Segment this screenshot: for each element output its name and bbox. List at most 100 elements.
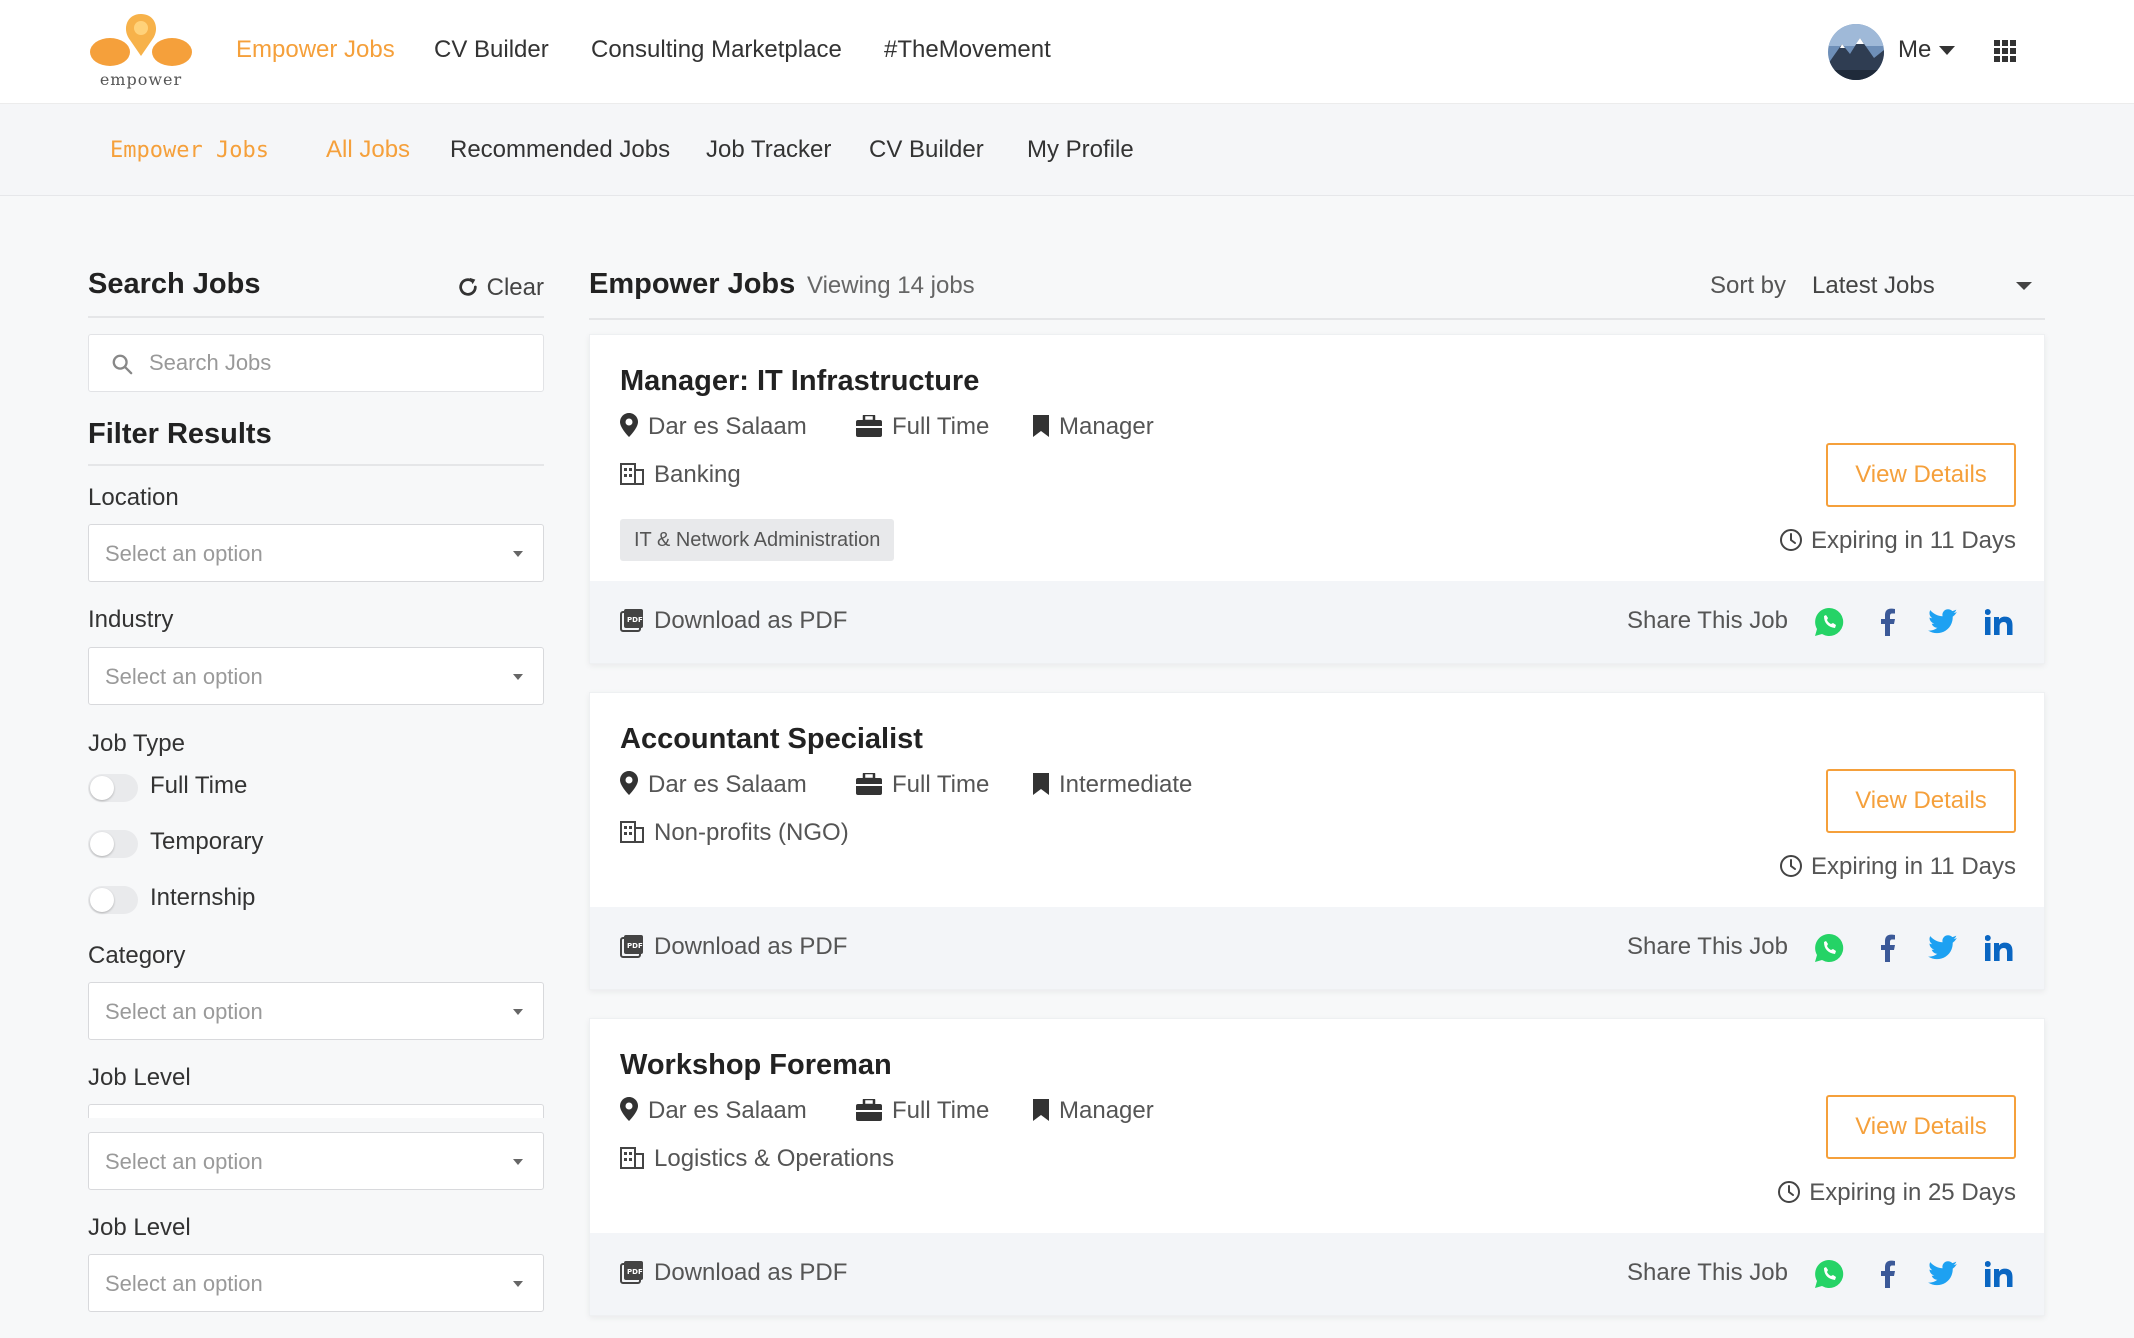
chevron-down-icon [513, 1281, 523, 1287]
map-pin-icon [620, 771, 638, 795]
building-icon [620, 821, 644, 843]
job-title[interactable]: Workshop Foreman [620, 1049, 892, 1082]
job-level-select[interactable]: Select an option [88, 1132, 544, 1190]
linkedin-icon[interactable] [1982, 605, 2016, 639]
view-details-button[interactable]: View Details [1826, 769, 2016, 833]
search-jobs-title: Search Jobs [88, 268, 261, 300]
subnav-all-jobs[interactable]: All Jobs [326, 136, 410, 164]
topnav-consulting-marketplace[interactable]: Consulting Marketplace [591, 36, 842, 64]
facebook-icon[interactable] [1870, 605, 1904, 639]
pdf-icon: PDF [620, 1261, 643, 1284]
category-select[interactable]: Select an option [88, 982, 544, 1040]
clock-icon [1778, 1181, 1801, 1203]
topnav-cv-builder[interactable]: CV Builder [434, 36, 549, 64]
job-level: Manager [1033, 1097, 1154, 1125]
job-title[interactable]: Manager: IT Infrastructure [620, 365, 979, 398]
subnav-my-profile[interactable]: My Profile [1027, 136, 1134, 164]
twitter-icon[interactable] [1926, 931, 1960, 965]
pdf-icon: PDF [620, 609, 643, 632]
filter-results-title: Filter Results [88, 418, 272, 450]
job-location: Dar es Salaam [620, 413, 807, 441]
jobs-count: Viewing 14 jobs [807, 272, 975, 299]
pdf-icon: PDF [620, 935, 643, 958]
facebook-icon[interactable] [1870, 1257, 1904, 1291]
whatsapp-icon[interactable] [1812, 1257, 1846, 1291]
subnav-recommended-jobs[interactable]: Recommended Jobs [450, 136, 670, 164]
chevron-down-icon [513, 1009, 523, 1015]
job-level-placeholder-2: Select an option [105, 1271, 263, 1296]
subnav-cv-builder[interactable]: CV Builder [869, 136, 984, 164]
refresh-icon [458, 277, 477, 296]
share-label: Share This Job [1627, 933, 1788, 960]
caret-down-icon [1939, 46, 1956, 56]
search-input[interactable] [149, 345, 529, 381]
toggle-switch[interactable] [88, 830, 138, 858]
subnav-brand[interactable]: Empower Jobs [110, 138, 269, 163]
job-expiry: Expiring in 25 Days [1777, 1179, 2016, 1207]
svg-text:PDF: PDF [627, 1268, 643, 1276]
job-level-label: Job Level [88, 1064, 191, 1091]
me-menu[interactable]: Me [1898, 36, 1956, 64]
job-card-footer: PDF Download as PDF Share This Job [590, 1233, 2044, 1315]
sort-select[interactable]: Latest Jobs [1812, 262, 2042, 310]
search-box[interactable] [88, 334, 544, 392]
download-pdf-link[interactable]: PDF Download as PDF [620, 933, 847, 961]
facebook-icon[interactable] [1870, 931, 1904, 965]
view-details-button[interactable]: View Details [1826, 1095, 2016, 1159]
twitter-icon[interactable] [1926, 1257, 1960, 1291]
svg-text:PDF: PDF [627, 616, 643, 624]
industry-select[interactable]: Select an option [88, 647, 544, 705]
job-card-footer: PDF Download as PDF Share This Job [590, 907, 2044, 989]
job-level-label-2: Job Level [88, 1214, 191, 1241]
job-level-placeholder: Select an option [105, 1149, 263, 1174]
avatar[interactable] [1828, 24, 1884, 80]
job-type: Full Time [856, 413, 989, 441]
share-label: Share This Job [1627, 607, 1788, 634]
whatsapp-icon[interactable] [1812, 931, 1846, 965]
subnav-job-tracker[interactable]: Job Tracker [706, 136, 831, 164]
top-navbar: empower Empower Jobs CV Builder Consulti… [0, 0, 2134, 104]
toggle-label: Internship [150, 884, 256, 911]
divider [589, 318, 2045, 320]
chevron-down-icon [513, 551, 523, 557]
view-details-button[interactable]: View Details [1826, 443, 2016, 507]
clock-icon [1780, 529, 1803, 551]
job-location: Dar es Salaam [620, 1097, 807, 1125]
whatsapp-icon[interactable] [1812, 605, 1846, 639]
avatar-mountain-image [1828, 24, 1884, 80]
briefcase-icon [856, 1097, 882, 1121]
job-card: Workshop Foreman Dar es Salaam Full Time… [589, 1018, 2045, 1316]
sort-label: Sort by [1710, 272, 1787, 299]
job-type: Full Time [856, 771, 989, 799]
clock-icon [1780, 855, 1803, 877]
toggle-switch[interactable] [88, 886, 138, 914]
jobs-list-title: Empower Jobs [589, 268, 796, 300]
bookmark-icon [1033, 415, 1049, 437]
industry-label: Industry [88, 606, 174, 633]
apps-grid-icon[interactable] [1994, 40, 2016, 62]
chevron-down-icon [2016, 282, 2032, 290]
download-pdf-link[interactable]: PDF Download as PDF [620, 1259, 847, 1287]
twitter-icon[interactable] [1926, 605, 1960, 639]
clear-label: Clear [486, 274, 544, 301]
linkedin-icon[interactable] [1982, 1257, 2016, 1291]
collapsed-field[interactable] [88, 1104, 544, 1118]
bookmark-icon [1033, 1099, 1049, 1121]
job-title[interactable]: Accountant Specialist [620, 723, 923, 756]
linkedin-icon[interactable] [1982, 931, 2016, 965]
sub-navbar: Empower Jobs All Jobs Recommended Jobs J… [0, 104, 2134, 196]
location-select[interactable]: Select an option [88, 524, 544, 582]
empower-logo[interactable]: empower [88, 12, 194, 94]
map-pin-icon [620, 413, 638, 437]
clear-button[interactable]: Clear [457, 274, 544, 302]
job-level-select-2[interactable]: Select an option [88, 1254, 544, 1312]
topnav-empower-jobs[interactable]: Empower Jobs [236, 36, 395, 64]
building-icon [620, 1147, 644, 1169]
toggle-switch[interactable] [88, 774, 138, 802]
download-pdf-link[interactable]: PDF Download as PDF [620, 607, 847, 635]
job-industry: Logistics & Operations [620, 1145, 894, 1173]
category-label: Category [88, 942, 186, 969]
svg-text:PDF: PDF [627, 942, 643, 950]
divider [88, 316, 544, 318]
topnav-the-movement[interactable]: #TheMovement [884, 36, 1051, 64]
